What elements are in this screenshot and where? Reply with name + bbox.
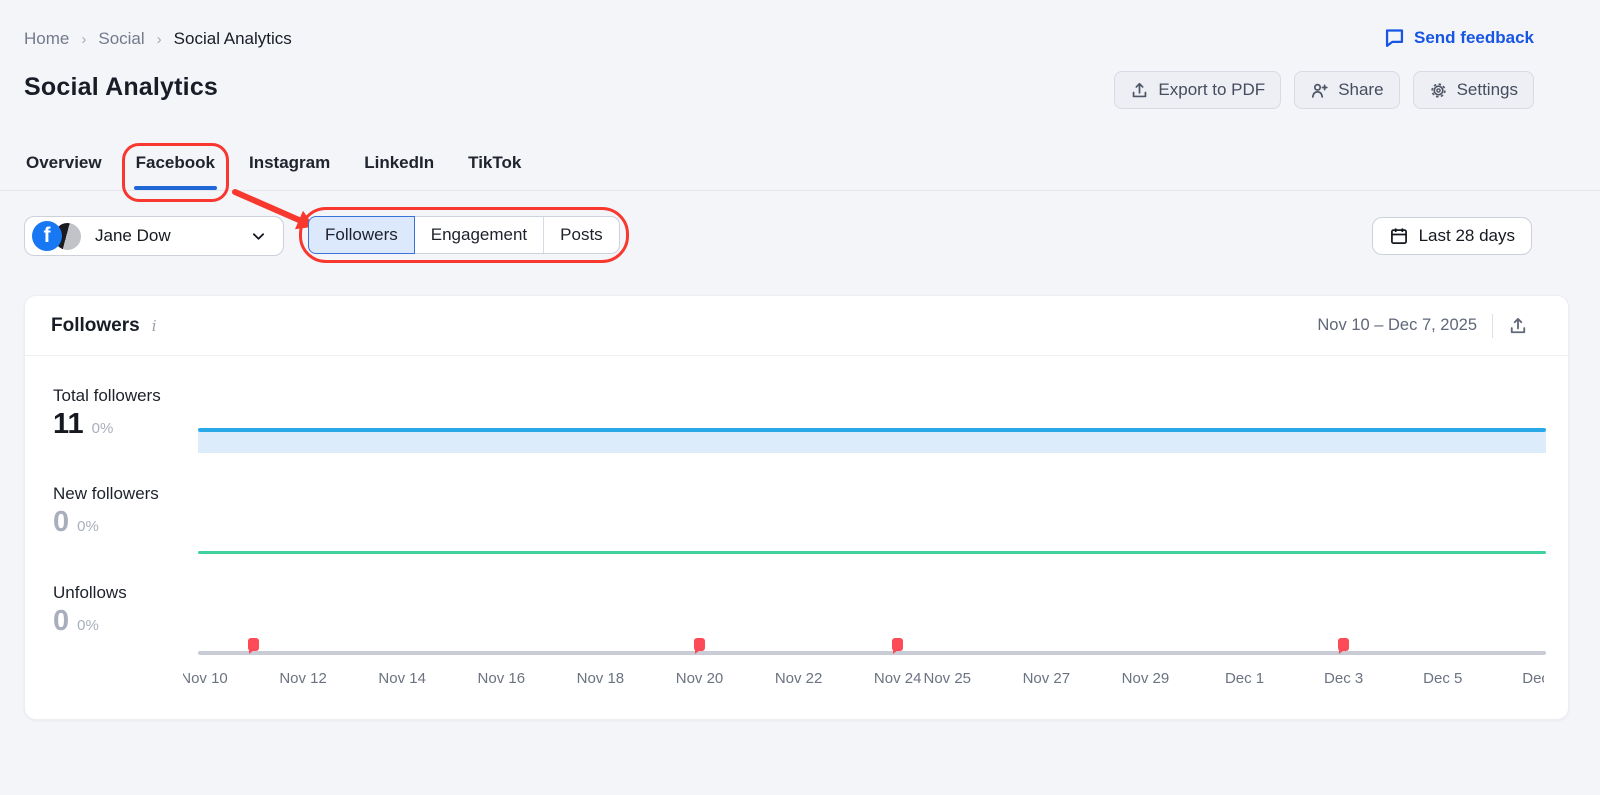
card-title: Followers	[51, 314, 140, 336]
x-axis-tick: Nov 24	[873, 670, 922, 687]
breadcrumb: Home › Social › Social Analytics	[24, 29, 292, 49]
x-axis-tick: Dec 5	[1423, 670, 1463, 687]
new-followers-line	[198, 551, 1546, 554]
speech-bubble-icon	[1384, 27, 1405, 48]
controls-row: f Jane Dow Followers Engagement Posts La…	[0, 207, 1600, 263]
info-icon[interactable]: i	[152, 317, 157, 335]
x-axis-tick: Nov 10	[183, 670, 228, 687]
metric-tab-engagement[interactable]: Engagement	[415, 217, 545, 253]
chevron-down-icon	[250, 228, 267, 245]
breadcrumb-home[interactable]: Home	[24, 29, 69, 49]
x-axis-tick: Dec 1	[1224, 670, 1265, 687]
send-feedback-link[interactable]: Send feedback	[1384, 27, 1534, 48]
send-feedback-label: Send feedback	[1414, 27, 1534, 47]
date-range-filter-label: Last 28 days	[1418, 226, 1515, 245]
post-markers	[198, 638, 1546, 658]
chevron-right-icon: ›	[81, 30, 87, 48]
tab-overview[interactable]: Overview	[24, 150, 104, 190]
share-label: Share	[1338, 80, 1384, 99]
tab-facebook[interactable]: Facebook	[121, 143, 229, 202]
gear-icon	[1429, 81, 1448, 100]
profile-name: Jane Dow	[95, 226, 171, 245]
channel-tabs: Overview Facebook Instagram LinkedIn Tik…	[0, 143, 1600, 202]
x-axis-tick: Nov 20	[675, 670, 724, 687]
metric-change: 0%	[77, 617, 99, 634]
chevron-right-icon: ›	[156, 30, 162, 48]
metric-value-new-followers: 0 0%	[53, 506, 99, 538]
x-axis-tick: Nov 16	[477, 670, 526, 687]
export-chart-icon[interactable]	[1508, 316, 1528, 336]
metric-label-new-followers: New followers	[53, 484, 159, 503]
metric-tab-followers[interactable]: Followers	[308, 216, 415, 254]
export-to-pdf-button[interactable]: Export to PDF	[1114, 71, 1282, 109]
person-add-icon	[1310, 81, 1329, 100]
x-axis-tick: Nov 25	[923, 670, 972, 687]
annotation-circle-facebook-tab	[121, 143, 229, 202]
page-title: Social Analytics	[24, 73, 219, 101]
settings-label: Settings	[1456, 80, 1518, 99]
card-date-range: Nov 10 – Dec 7, 2025	[1317, 316, 1477, 334]
post-marker-flag[interactable]	[892, 638, 904, 654]
settings-button[interactable]: Settings	[1412, 71, 1534, 109]
breadcrumb-current: Social Analytics	[173, 29, 292, 48]
date-range-filter-button[interactable]: Last 28 days	[1371, 217, 1532, 255]
metric-change: 0%	[77, 518, 99, 535]
metric-value-unfollows: 0 0%	[53, 605, 99, 637]
upload-icon	[1130, 81, 1149, 100]
export-to-pdf-label: Export to PDF	[1158, 80, 1266, 99]
x-axis-tick: Nov 29	[1121, 670, 1170, 687]
x-axis: Nov 10 Nov 12 Nov 14 Nov 16 Nov 18 Nov 20 Nov …	[183, 668, 1544, 690]
total-followers-area	[198, 432, 1546, 453]
post-marker-flag[interactable]	[694, 638, 705, 654]
breadcrumb-social[interactable]: Social	[98, 29, 144, 49]
metric-change: 0%	[91, 420, 114, 437]
facebook-logo-icon: f	[32, 221, 62, 251]
followers-card-header: Followers i Nov 10 – Dec 7, 2025	[25, 296, 1568, 356]
active-tab-underline	[133, 186, 217, 190]
post-marker-flag[interactable]	[248, 638, 260, 654]
metric-tabs-wrapper: Followers Engagement Posts	[299, 207, 629, 263]
profile-selector[interactable]: f Jane Dow	[24, 216, 284, 256]
post-marker-flag[interactable]	[1338, 638, 1350, 654]
divider	[1492, 313, 1493, 338]
metric-value-total-followers: 11 0%	[53, 408, 114, 440]
metric-label-unfollows: Unfollows	[53, 583, 127, 602]
metric-tab-posts[interactable]: Posts	[544, 217, 619, 253]
tab-tiktok[interactable]: TikTok	[466, 150, 523, 190]
tab-linkedin[interactable]: LinkedIn	[362, 150, 436, 190]
total-followers-line	[198, 428, 1546, 432]
followers-chart: Total followers 11 0% New followers 0 0%…	[25, 356, 1568, 720]
followers-card: Followers i Nov 10 – Dec 7, 2025 Total f…	[24, 295, 1569, 720]
tab-instagram[interactable]: Instagram	[247, 150, 332, 190]
calendar-icon	[1389, 226, 1409, 246]
x-axis-tick: Dec 7	[1522, 670, 1544, 687]
x-axis-tick: Nov 22	[774, 670, 823, 687]
header-actions: Export to PDF Share Settings	[1114, 71, 1534, 109]
metric-tabs: Followers Engagement Posts	[308, 216, 620, 254]
x-axis-tick: Nov 12	[279, 670, 327, 687]
x-axis-tick: Dec 3	[1324, 670, 1364, 687]
share-button[interactable]: Share	[1294, 71, 1400, 109]
x-axis-tick: Nov 27	[1022, 670, 1071, 687]
x-axis-tick: Nov 18	[576, 670, 625, 687]
x-axis-tick: Nov 14	[378, 670, 426, 687]
metric-label-total-followers: Total followers	[53, 386, 161, 405]
